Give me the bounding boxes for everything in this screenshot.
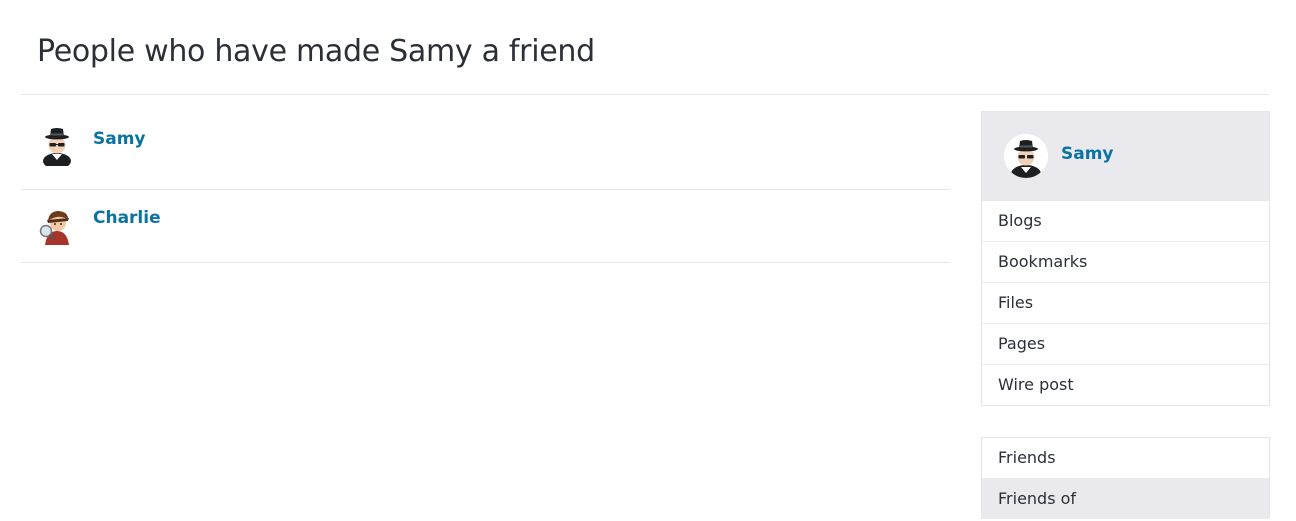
list-item: Charlie [21, 190, 950, 263]
owner-menu-pages[interactable]: Pages [982, 323, 1269, 364]
owner-avatar[interactable] [1004, 134, 1048, 178]
spy-avatar-icon [1011, 140, 1041, 178]
owner-header: Samy [982, 112, 1269, 200]
spy-avatar-icon[interactable] [37, 126, 77, 166]
member-name-link[interactable]: Samy [93, 129, 146, 149]
member-name-link[interactable]: Charlie [93, 208, 161, 228]
owner-block: Samy Blogs Bookmarks Files Pages Wire po… [981, 111, 1270, 406]
menu-item-friends-of[interactable]: Friends of [982, 478, 1269, 519]
page-title: People who have made Samy a friend [37, 34, 595, 69]
detective-avatar-icon[interactable] [37, 205, 77, 245]
title-divider [21, 94, 1269, 95]
menu-item-friends[interactable]: Friends [982, 438, 1269, 478]
owner-menu-blogs[interactable]: Blogs [982, 200, 1269, 241]
owner-menu-bookmarks[interactable]: Bookmarks [982, 241, 1269, 282]
owner-menu-wire-post[interactable]: Wire post [982, 364, 1269, 405]
member-list: Samy Charlie [21, 112, 950, 263]
list-item: Samy [21, 112, 950, 190]
owner-menu-files[interactable]: Files [982, 282, 1269, 323]
owner-name-link[interactable]: Samy [1061, 144, 1114, 164]
friends-menu: Friends Friends of [981, 437, 1270, 519]
